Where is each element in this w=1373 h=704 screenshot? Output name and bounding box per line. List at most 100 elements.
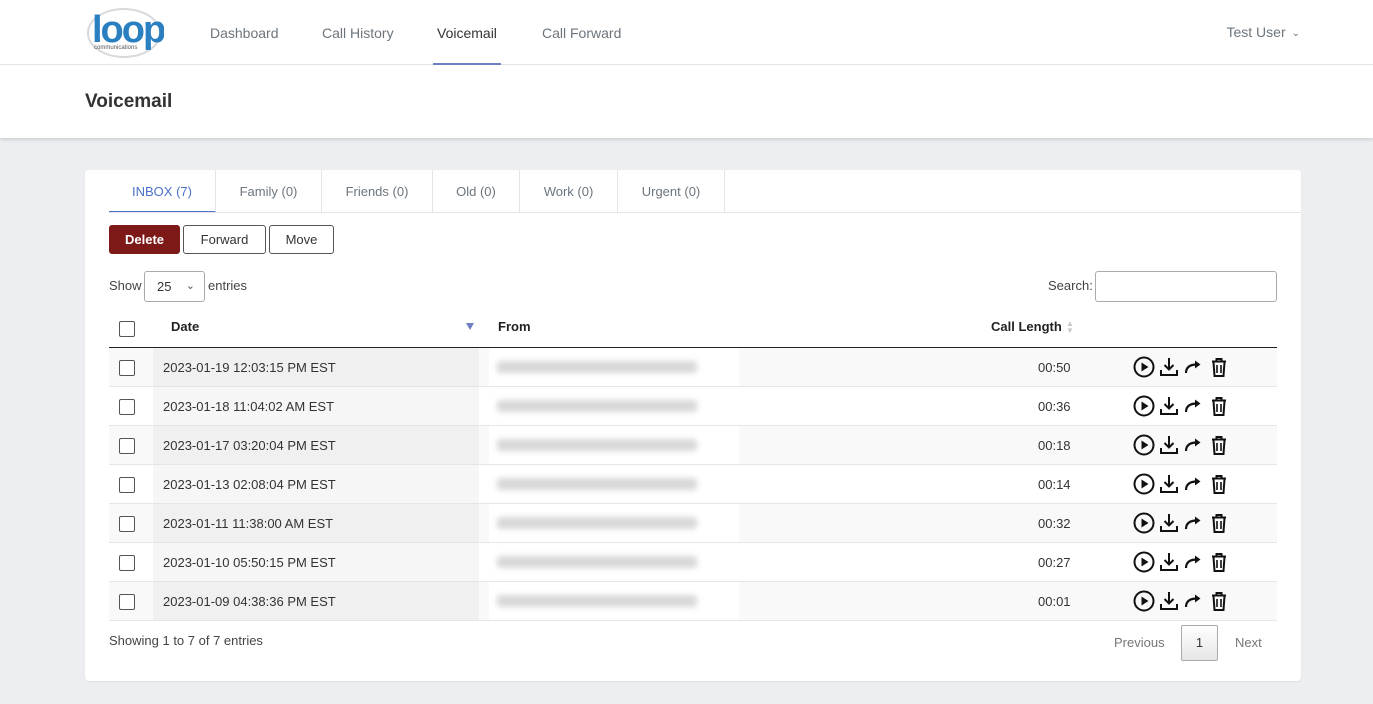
table-row[interactable]: 2023-01-13 02:08:04 PM EST 00:14 <box>109 465 1277 504</box>
sort-desc-icon <box>466 323 474 330</box>
trash-icon[interactable] <box>1208 590 1230 612</box>
play-icon[interactable] <box>1133 473 1155 495</box>
redacted-caller <box>497 556 697 568</box>
row-checkbox[interactable] <box>119 477 135 493</box>
download-icon[interactable] <box>1158 434 1180 456</box>
tab-work[interactable]: Work (0) <box>520 170 618 213</box>
trash-icon[interactable] <box>1208 356 1230 378</box>
voicemail-table: Date From Call Length ▲ ▼ 2023-01-19 12:0… <box>109 309 1277 621</box>
tabs-divider <box>109 212 1301 213</box>
play-icon[interactable] <box>1133 590 1155 612</box>
nav-call-history[interactable]: Call History <box>322 0 394 65</box>
sort-both-icon: ▲ ▼ <box>1066 319 1074 335</box>
svg-text:communications: communications <box>94 45 137 51</box>
entries-per-page-select[interactable]: 25 ⌄ <box>144 271 205 302</box>
forward-arrow-icon[interactable] <box>1183 512 1205 534</box>
chevron-down-icon: ⌄ <box>185 280 195 292</box>
table-row[interactable]: 2023-01-18 11:04:02 AM EST 00:36 <box>109 387 1277 426</box>
voicemail-card: INBOX (7) Family (0) Friends (0) Old (0)… <box>85 170 1301 681</box>
voicemail-date: 2023-01-13 02:08:04 PM EST <box>163 477 336 492</box>
forward-arrow-icon[interactable] <box>1183 473 1205 495</box>
row-actions <box>1133 590 1230 612</box>
column-date[interactable]: Date <box>171 319 199 334</box>
voicemail-date: 2023-01-11 11:38:00 AM EST <box>163 516 334 531</box>
play-icon[interactable] <box>1133 356 1155 378</box>
page-title: Voicemail <box>85 91 173 112</box>
download-icon[interactable] <box>1158 473 1180 495</box>
download-icon[interactable] <box>1158 512 1180 534</box>
redacted-caller <box>497 478 697 490</box>
play-icon[interactable] <box>1133 512 1155 534</box>
forward-arrow-icon[interactable] <box>1183 434 1205 456</box>
call-length: 00:32 <box>1038 516 1071 531</box>
row-checkbox[interactable] <box>119 516 135 532</box>
table-row[interactable]: 2023-01-17 03:20:04 PM EST 00:18 <box>109 426 1277 465</box>
download-icon[interactable] <box>1158 356 1180 378</box>
forward-arrow-icon[interactable] <box>1183 551 1205 573</box>
row-checkbox[interactable] <box>119 438 135 454</box>
redacted-caller <box>497 400 697 412</box>
download-icon[interactable] <box>1158 395 1180 417</box>
trash-icon[interactable] <box>1208 473 1230 495</box>
pagination-next[interactable]: Next <box>1235 635 1262 650</box>
top-navbar: loop communications Dashboard Call Histo… <box>0 0 1373 65</box>
from-cell-redacted <box>489 543 739 581</box>
column-call-length[interactable]: Call Length <box>991 319 1062 334</box>
from-cell-redacted <box>489 387 739 425</box>
row-checkbox[interactable] <box>119 594 135 610</box>
table-row[interactable]: 2023-01-10 05:50:15 PM EST 00:27 <box>109 543 1277 582</box>
nav-call-forward[interactable]: Call Forward <box>542 0 621 65</box>
forward-button[interactable]: Forward <box>183 225 266 254</box>
from-cell-redacted <box>489 426 739 464</box>
table-row[interactable]: 2023-01-09 04:38:36 PM EST 00:01 <box>109 582 1277 621</box>
play-icon[interactable] <box>1133 395 1155 417</box>
row-actions <box>1133 356 1230 378</box>
tab-urgent[interactable]: Urgent (0) <box>618 170 725 213</box>
tab-old[interactable]: Old (0) <box>433 170 520 213</box>
row-checkbox[interactable] <box>119 360 135 376</box>
column-from[interactable]: From <box>498 319 531 334</box>
pagination-page-1[interactable]: 1 <box>1181 625 1218 661</box>
row-checkbox[interactable] <box>119 399 135 415</box>
voicemail-date: 2023-01-10 05:50:15 PM EST <box>163 555 336 570</box>
trash-icon[interactable] <box>1208 551 1230 573</box>
redacted-caller <box>497 439 697 451</box>
trash-icon[interactable] <box>1208 395 1230 417</box>
from-cell-redacted <box>489 504 739 542</box>
move-button[interactable]: Move <box>269 225 334 254</box>
table-row[interactable]: 2023-01-19 12:03:15 PM EST 00:50 <box>109 348 1277 387</box>
select-all-checkbox[interactable] <box>119 321 135 337</box>
tab-family[interactable]: Family (0) <box>216 170 322 213</box>
trash-icon[interactable] <box>1208 434 1230 456</box>
call-length: 00:01 <box>1038 594 1071 609</box>
chevron-down-icon: ⌄ <box>1291 28 1300 39</box>
nav-dashboard[interactable]: Dashboard <box>210 0 279 65</box>
forward-arrow-icon[interactable] <box>1183 590 1205 612</box>
search-input[interactable] <box>1095 271 1277 302</box>
row-checkbox[interactable] <box>119 555 135 571</box>
download-icon[interactable] <box>1158 551 1180 573</box>
call-length: 00:27 <box>1038 555 1071 570</box>
tab-friends[interactable]: Friends (0) <box>322 170 433 213</box>
trash-icon[interactable] <box>1208 512 1230 534</box>
play-icon[interactable] <box>1133 551 1155 573</box>
tab-inbox[interactable]: INBOX (7) <box>109 170 216 213</box>
forward-arrow-icon[interactable] <box>1183 356 1205 378</box>
user-menu[interactable]: Test User ⌄ <box>1226 0 1300 65</box>
call-length: 00:14 <box>1038 477 1071 492</box>
table-row[interactable]: 2023-01-11 11:38:00 AM EST 00:32 <box>109 504 1277 543</box>
voicemail-date: 2023-01-09 04:38:36 PM EST <box>163 594 336 609</box>
play-icon[interactable] <box>1133 434 1155 456</box>
voicemail-date: 2023-01-17 03:20:04 PM EST <box>163 438 336 453</box>
from-cell-redacted <box>489 582 739 620</box>
download-icon[interactable] <box>1158 590 1180 612</box>
forward-arrow-icon[interactable] <box>1183 395 1205 417</box>
delete-button[interactable]: Delete <box>109 225 180 254</box>
nav-voicemail[interactable]: Voicemail <box>433 0 501 65</box>
row-actions <box>1133 551 1230 573</box>
loop-logo[interactable]: loop communications <box>86 4 164 58</box>
row-actions <box>1133 395 1230 417</box>
row-actions <box>1133 473 1230 495</box>
entries-per-page-value: 25 <box>157 279 172 294</box>
pagination-previous[interactable]: Previous <box>1114 635 1165 650</box>
